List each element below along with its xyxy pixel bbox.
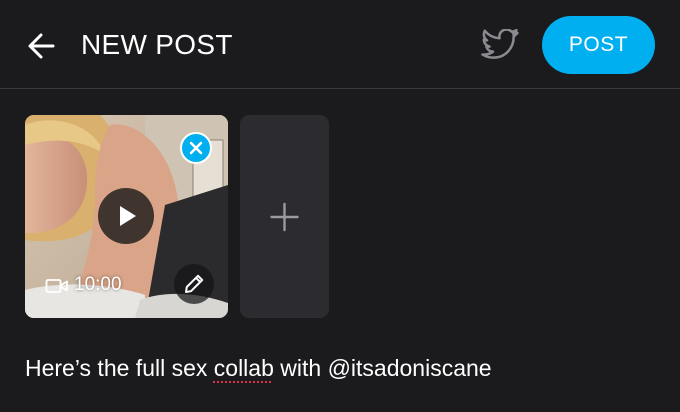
twitter-bird-icon	[481, 28, 519, 59]
remove-media-button[interactable]	[180, 132, 212, 164]
post-button[interactable]: POST	[542, 16, 655, 74]
twitter-share-toggle[interactable]	[481, 28, 519, 61]
play-icon	[120, 206, 136, 226]
top-bar: NEW POST POST	[0, 0, 680, 89]
edit-media-button[interactable]	[174, 264, 214, 304]
post-text-segment: Here’s the full sex	[25, 355, 214, 381]
back-button[interactable]	[22, 26, 62, 66]
add-media-button[interactable]	[240, 115, 329, 318]
video-duration: 10:00	[74, 274, 122, 295]
post-text-input[interactable]: Here’s the full sex collab with @itsadon…	[25, 354, 492, 382]
post-text-segment: with @itsadoniscane	[273, 355, 492, 381]
pencil-icon	[185, 274, 204, 293]
arrow-left-icon	[28, 33, 55, 59]
plus-icon	[270, 202, 299, 232]
page-title: NEW POST	[81, 29, 233, 60]
misspelled-word: collab	[213, 355, 274, 381]
close-icon	[189, 141, 203, 155]
play-button[interactable]	[98, 188, 154, 244]
video-camera-icon	[45, 279, 68, 293]
